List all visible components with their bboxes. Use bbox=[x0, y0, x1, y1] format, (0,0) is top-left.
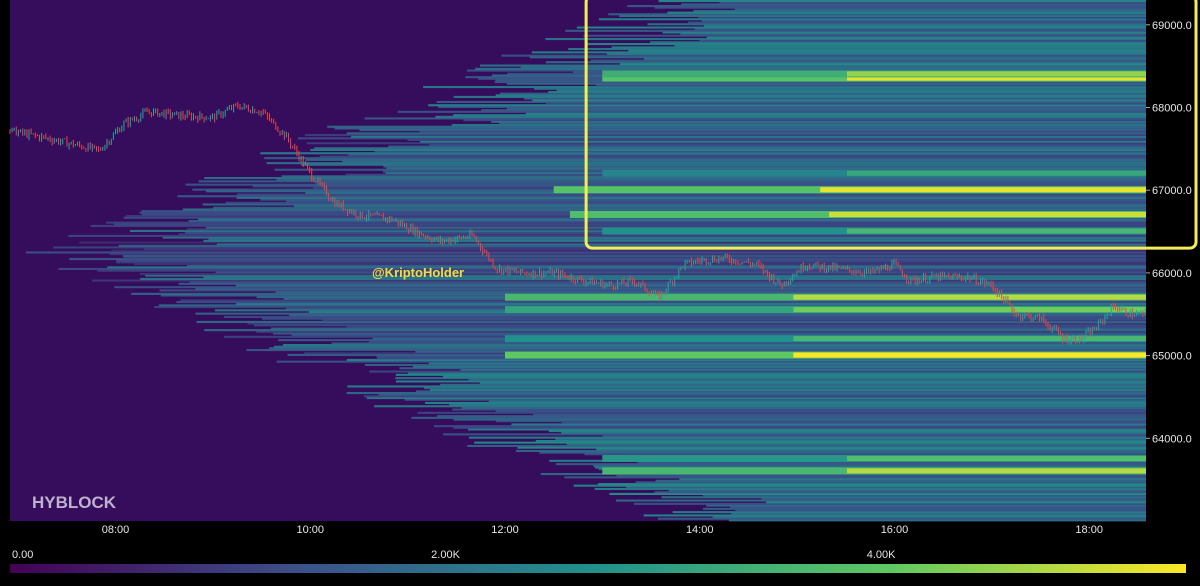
x-tick-label: 10:00 bbox=[296, 524, 324, 536]
x-tick-label: 16:00 bbox=[881, 524, 909, 536]
x-tick-label: 14:00 bbox=[686, 524, 714, 536]
liquidation-band-core bbox=[847, 456, 1146, 461]
y-tick-label: 64000.0 bbox=[1152, 433, 1192, 445]
liquidation-band-core bbox=[793, 336, 1146, 342]
y-tick-label: 68000.0 bbox=[1152, 103, 1192, 115]
liquidation-band-core bbox=[847, 170, 1146, 176]
chart-svg: 64000.0 65000.0 66000.0 67000.0 68000.0 69000… bbox=[0, 0, 1200, 581]
y-tick-label: 65000.0 bbox=[1152, 351, 1192, 363]
y-tick-label: 69000.0 bbox=[1152, 20, 1192, 32]
liquidation-band-core bbox=[793, 352, 1146, 358]
liquidation-band-core bbox=[847, 71, 1146, 77]
liquidation-band-core bbox=[847, 468, 1146, 474]
liquidation-band-core bbox=[793, 294, 1146, 300]
colorbar-tick-label: 2.00K bbox=[431, 549, 460, 561]
colorbar-gradient bbox=[10, 564, 1186, 573]
liquidation-band-core bbox=[847, 228, 1146, 234]
hyblock-watermark: HYBLOCK bbox=[32, 493, 117, 512]
x-tick-label: 12:00 bbox=[491, 524, 519, 536]
liquidation-heatmap-chart: 64000.0 65000.0 66000.0 67000.0 68000.0 69000… bbox=[0, 0, 1200, 581]
y-tick-label: 66000.0 bbox=[1152, 268, 1192, 280]
liquidation-band-core bbox=[820, 187, 1146, 193]
kripto-holder-annotation: @KriptoHolder bbox=[372, 265, 464, 280]
liquidation-band-core bbox=[829, 212, 1146, 217]
colorbar-tick-label: 0.00 bbox=[12, 549, 33, 561]
x-tick-label: 18:00 bbox=[1075, 524, 1103, 536]
x-tick-label: 08:00 bbox=[102, 524, 130, 536]
colorbar-tick-label: 4.00K bbox=[867, 549, 896, 561]
liquidity-line bbox=[658, 0, 1146, 3]
y-tick-label: 67000.0 bbox=[1152, 185, 1192, 197]
liquidation-band-core bbox=[793, 307, 1146, 313]
